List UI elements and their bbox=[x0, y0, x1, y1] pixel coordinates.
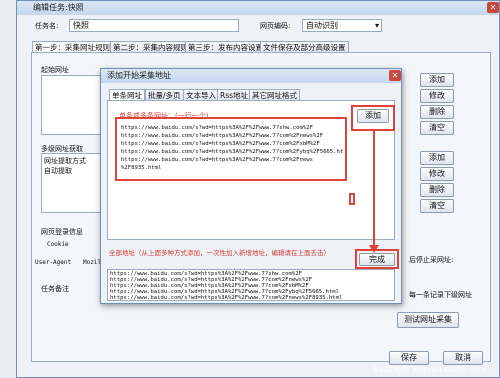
edit-button-2[interactable]: 修改 bbox=[420, 167, 454, 181]
start-url-label: 起始网址 bbox=[41, 66, 69, 74]
url-line: %2F8935.html bbox=[121, 165, 162, 171]
clear-button[interactable]: 清空 bbox=[420, 121, 454, 135]
test-url-button[interactable]: 测试网址采集 bbox=[397, 312, 459, 328]
list-item: 网址提取方式 bbox=[44, 157, 86, 165]
delete-button[interactable]: 删除 bbox=[420, 105, 454, 119]
url-line: https://www.baidu.com/s?wd=https%3A%2F%2… bbox=[121, 149, 343, 155]
window-title: 编辑任务:快照 bbox=[33, 3, 84, 12]
add-button-2[interactable]: 添加 bbox=[420, 151, 454, 165]
ua-value: Mozil bbox=[83, 259, 102, 266]
dialog-titlebar: 添加开始采集地址 bbox=[101, 69, 401, 83]
all-urls-list[interactable]: https://www.baidu.com/s?wd=https%3A%2F%2… bbox=[107, 269, 395, 301]
url-line: https://www.baidu.com/s?wd=https%3A%2F%2… bbox=[121, 133, 324, 139]
close-icon[interactable]: ✕ bbox=[389, 70, 401, 81]
add-url-dialog: 添加开始采集地址 ✕ 单条网址 批量/多页 文本导入 Rss地址 其它网址格式 … bbox=[100, 68, 402, 304]
login-label: 网页登录信息 bbox=[41, 228, 83, 236]
notes-label: 任务备注 bbox=[41, 285, 69, 293]
cursor-marker bbox=[349, 193, 355, 205]
url-line: https://www.baidu.com/s?wd=https%3A%2F%2… bbox=[121, 141, 320, 147]
url-line: https://www.baidu.com/s?wd=https%3A%2F%2… bbox=[121, 125, 313, 131]
cookie-label: Cookie bbox=[47, 241, 69, 248]
window-titlebar: 编辑任务:快照 bbox=[17, 1, 499, 15]
add-button[interactable]: 添加 bbox=[420, 73, 454, 87]
encoding-label: 网页编码: bbox=[260, 22, 291, 30]
stop-text: 后停止采网址: bbox=[409, 256, 454, 264]
list-item: https://www.baidu.com/s?wd=https%3A%2F%2… bbox=[110, 295, 343, 301]
url-textarea[interactable]: https://www.baidu.com/s?wd=https%3A%2F%2… bbox=[121, 124, 343, 178]
task-name-input[interactable]: 快照 bbox=[69, 19, 239, 32]
cancel-button[interactable]: 取消 bbox=[443, 351, 483, 365]
dialog-title: 添加开始采集地址 bbox=[107, 71, 171, 80]
list-item: 自动提取 bbox=[44, 167, 72, 175]
delete-button-2[interactable]: 删除 bbox=[420, 183, 454, 197]
watermark: Bai度经验 jingyan.baidu.com bbox=[373, 365, 486, 374]
ua-label: User-Agent bbox=[35, 259, 72, 266]
done-button[interactable]: 完成 bbox=[359, 253, 395, 266]
arrow-line bbox=[373, 131, 375, 249]
dialog-add-button[interactable]: 添加 bbox=[357, 109, 389, 123]
url-line: https://www.baidu.com/s?wd=https%3A%2F%2… bbox=[121, 157, 313, 163]
save-button[interactable]: 保存 bbox=[389, 351, 429, 365]
task-name-label: 任务名: bbox=[35, 22, 59, 30]
edit-button[interactable]: 修改 bbox=[420, 89, 454, 103]
all-urls-label: 全部地址（从上面多种方式添加，一次性加入新增地址，编辑请在上面去击） bbox=[109, 249, 330, 257]
chevron-down-icon: ▾ bbox=[374, 21, 379, 30]
close-icon[interactable]: ✕ bbox=[487, 2, 499, 13]
clear-button-2[interactable]: 清空 bbox=[420, 199, 454, 213]
encoding-select[interactable]: 自动识别 ▾ bbox=[302, 19, 382, 32]
record-text: 每一条记录下级网址 bbox=[409, 291, 472, 299]
